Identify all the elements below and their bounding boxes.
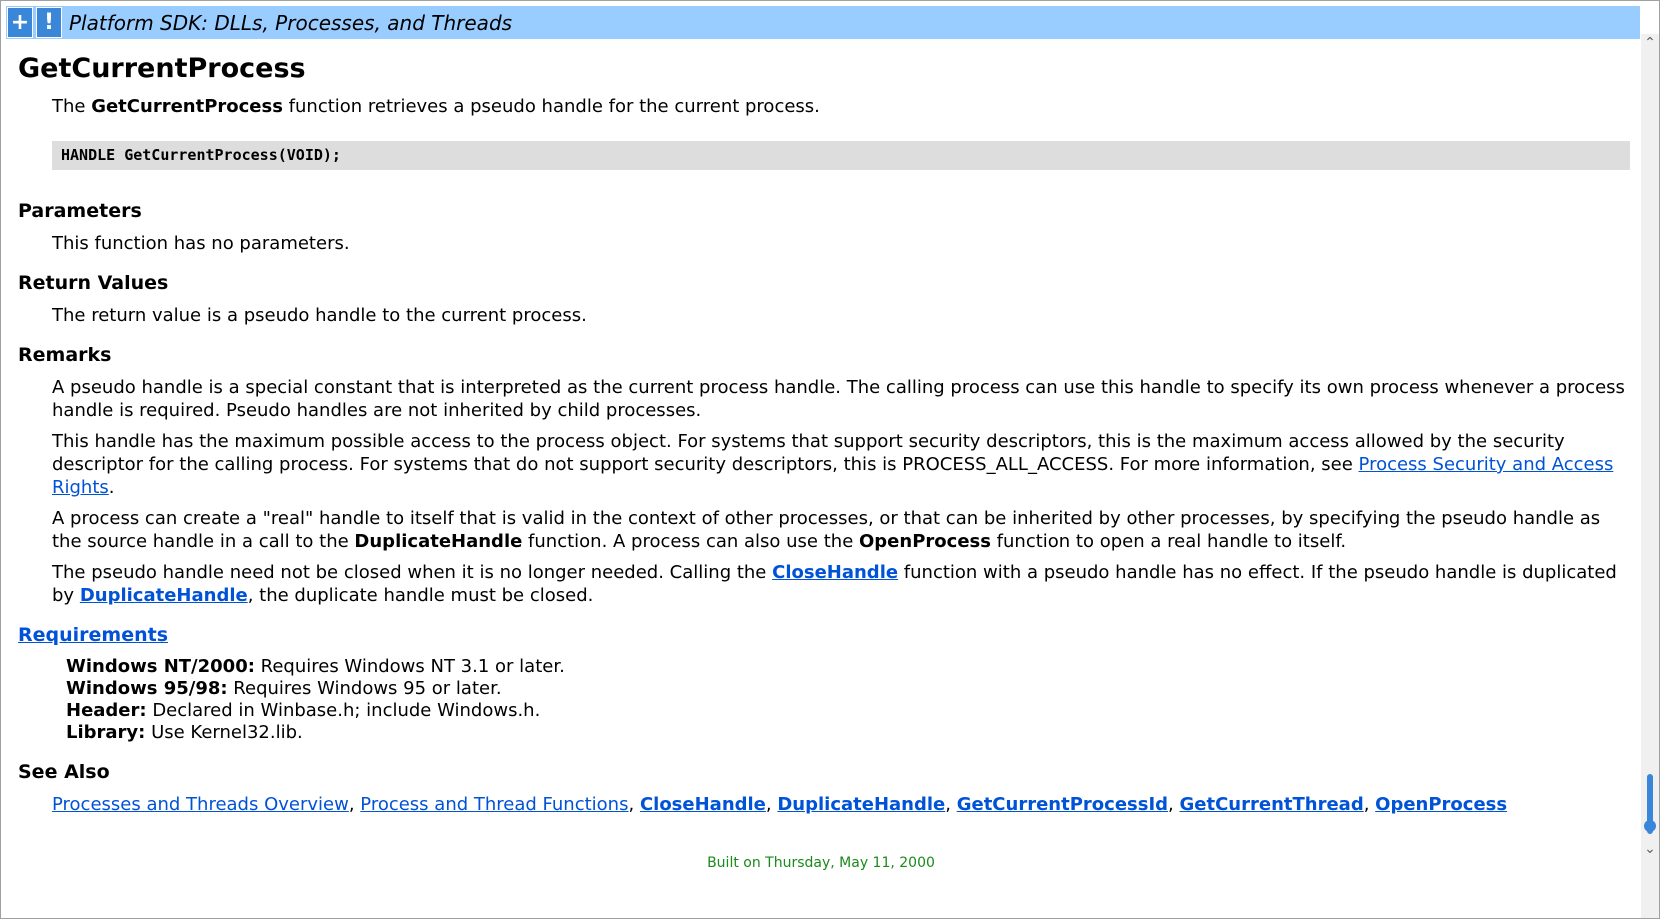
requirements-link[interactable]: Requirements [18,624,168,646]
closehandle-link[interactable]: CloseHandle [772,562,898,583]
document-body: GetCurrentProcess The GetCurrentProcess … [18,39,1630,816]
see-also-links: Processes and Threads Overview, Process … [52,794,1508,815]
alert-icon[interactable]: ! [36,7,62,38]
build-footer: Built on Thursday, May 11, 2000 [707,855,935,871]
topic-title: Platform SDK: DLLs, Processes, and Threa… [69,10,513,35]
duplicatehandle-link[interactable]: DuplicateHandle [80,585,248,606]
title-bar: + ! Platform SDK: DLLs, Processes, and T… [6,6,1640,39]
scroll-up-icon[interactable]: ⌃ [1641,34,1659,52]
return-values-heading: Return Values [18,272,169,294]
intro-text: The GetCurrentProcess function retrieves… [52,96,820,117]
scroll-down-icon[interactable]: ⌄ [1641,840,1659,858]
remarks-paragraph-2: This handle has the maximum possible acc… [52,431,1614,498]
requirement-item: Windows NT/2000: Requires Windows NT 3.1… [66,656,565,677]
remarks-paragraph-4: The pseudo handle need not be closed whe… [52,562,1617,606]
see-also-link-overview[interactable]: Processes and Threads Overview [52,794,349,815]
see-also-link-duplicatehandle[interactable]: DuplicateHandle [777,794,945,815]
remarks-paragraph-3: A process can create a "real" handle to … [52,508,1601,552]
parameters-heading: Parameters [18,200,142,222]
requirements-heading: Requirements [18,624,1630,647]
see-also-heading: See Also [18,761,110,783]
return-values-text: The return value is a pseudo handle to t… [52,305,587,326]
requirement-item: Library: Use Kernel32.lib. [66,722,303,743]
syntax-block: HANDLE GetCurrentProcess(VOID); [52,141,1630,170]
help-window: + ! Platform SDK: DLLs, Processes, and T… [0,0,1660,919]
see-also-link-getcurrentthread[interactable]: GetCurrentThread [1180,794,1364,815]
vertical-scrollbar[interactable]: ⌃ ⌄ [1641,34,1659,918]
page-title: GetCurrentProcess [18,53,306,84]
see-also-link-closehandle[interactable]: CloseHandle [640,794,766,815]
see-also-link-functions[interactable]: Process and Thread Functions [360,794,628,815]
scroll-thumb-knob[interactable] [1644,820,1656,832]
requirements-list: Windows NT/2000: Requires Windows NT 3.1… [66,656,1630,744]
parameters-text: This function has no parameters. [52,233,350,254]
remarks-heading: Remarks [18,344,112,366]
see-also-link-openprocess[interactable]: OpenProcess [1375,794,1507,815]
expand-icon[interactable]: + [7,7,33,38]
requirement-item: Header: Declared in Winbase.h; include W… [66,700,541,721]
requirement-item: Windows 95/98: Requires Windows 95 or la… [66,678,502,699]
see-also-link-getcurrentprocessid[interactable]: GetCurrentProcessId [957,794,1168,815]
remarks-paragraph-1: A pseudo handle is a special constant th… [52,377,1625,421]
